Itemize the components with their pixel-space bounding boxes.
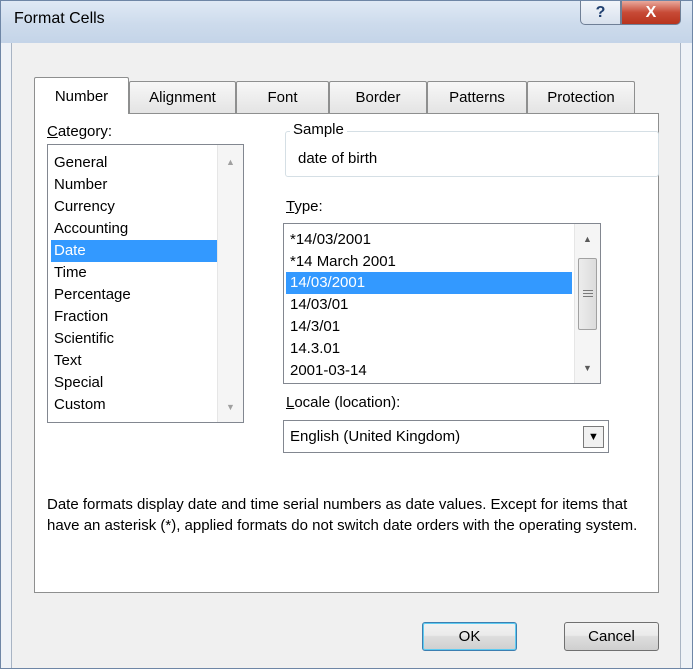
ok-label: OK: [458, 628, 481, 645]
tab-label: Font: [267, 89, 298, 106]
category-item-special[interactable]: Special: [51, 372, 217, 394]
scroll-up-arrow-icon[interactable]: ▲: [575, 234, 600, 244]
ok-button[interactable]: OK: [422, 622, 517, 651]
scroll-thumb[interactable]: [578, 258, 597, 330]
help-button[interactable]: ?: [580, 1, 621, 25]
tab-border[interactable]: Border: [329, 81, 427, 113]
sample-value: date of birth: [298, 150, 378, 167]
category-scrollbar[interactable]: ▲ ▼: [217, 145, 243, 422]
category-item-accounting[interactable]: Accounting: [51, 218, 217, 240]
category-list[interactable]: General Number Currency Accounting Date …: [47, 144, 244, 423]
category-item-scientific[interactable]: Scientific: [51, 328, 217, 350]
cancel-button[interactable]: Cancel: [564, 622, 659, 651]
tab-patterns[interactable]: Patterns: [427, 81, 527, 113]
tab-label: Protection: [547, 89, 615, 106]
tab-label: Border: [355, 89, 401, 106]
category-item-percentage[interactable]: Percentage: [51, 284, 217, 306]
type-item[interactable]: 14/3/01: [286, 316, 572, 338]
category-item-general[interactable]: General: [51, 152, 217, 174]
type-list[interactable]: *14/03/2001 *14 March 2001 14/03/2001 14…: [283, 223, 601, 384]
locale-label-text: ocale (location):: [294, 394, 401, 411]
type-item[interactable]: *14/03/2001: [286, 229, 572, 251]
tab-label: Number: [54, 87, 109, 105]
type-item[interactable]: 14.3.01: [286, 338, 572, 360]
category-item-number[interactable]: Number: [51, 174, 217, 196]
format-description: Date formats display date and time seria…: [47, 496, 638, 534]
scroll-down-arrow-icon[interactable]: ▼: [575, 363, 600, 373]
tab-label: Patterns: [449, 89, 505, 106]
type-label-text: ype:: [294, 198, 323, 215]
grip-line: [583, 293, 593, 294]
dropdown-arrow-icon[interactable]: ▼: [583, 426, 604, 448]
close-icon: X: [645, 3, 657, 21]
category-label: Category:: [47, 123, 112, 140]
category-item-time[interactable]: Time: [51, 262, 217, 284]
tab-label: Alignment: [149, 89, 216, 106]
grip-line: [583, 296, 593, 297]
title-bar: Format Cells ? X: [1, 1, 692, 43]
scroll-up-arrow-icon[interactable]: ▲: [218, 157, 243, 167]
category-label-accel: C: [47, 123, 58, 140]
type-item[interactable]: 2001-03-14: [286, 360, 572, 382]
locale-value: English (United Kingdom): [290, 428, 461, 445]
help-icon: ?: [595, 3, 606, 21]
scroll-down-arrow-icon[interactable]: ▼: [218, 402, 243, 412]
category-item-fraction[interactable]: Fraction: [51, 306, 217, 328]
tab-font[interactable]: Font: [236, 81, 329, 113]
category-item-currency[interactable]: Currency: [51, 196, 217, 218]
category-item-date[interactable]: Date: [51, 240, 217, 262]
format-cells-dialog: Format Cells ? X Number Alignment Font B…: [0, 0, 693, 669]
category-item-text[interactable]: Text: [51, 350, 217, 372]
type-item[interactable]: 14/03/01: [286, 294, 572, 316]
close-button[interactable]: X: [621, 1, 681, 25]
sample-legend: Sample: [290, 121, 347, 138]
grip-line: [583, 290, 593, 291]
window-title: Format Cells: [14, 10, 105, 27]
category-item-custom[interactable]: Custom: [51, 394, 217, 416]
locale-dropdown[interactable]: English (United Kingdom) ▼: [283, 420, 609, 453]
tab-alignment[interactable]: Alignment: [129, 81, 236, 113]
locale-label: Locale (location):: [286, 394, 400, 411]
cancel-label: Cancel: [588, 628, 635, 645]
tab-protection[interactable]: Protection: [527, 81, 635, 113]
category-label-text: ategory:: [57, 123, 113, 140]
type-scrollbar[interactable]: ▲ ▼: [574, 224, 600, 383]
type-label: Type:: [286, 198, 323, 215]
tab-number[interactable]: Number: [34, 77, 129, 114]
type-item[interactable]: *14 March 2001: [286, 251, 572, 273]
type-item-selected[interactable]: 14/03/2001: [286, 272, 572, 294]
